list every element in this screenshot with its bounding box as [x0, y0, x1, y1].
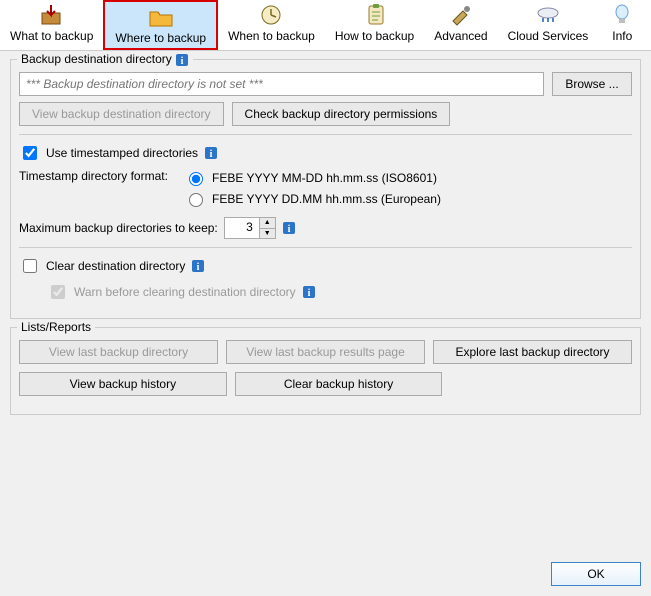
clear-backup-history-button[interactable]: Clear backup history: [235, 372, 443, 396]
ok-button[interactable]: OK: [551, 562, 641, 586]
timestamp-format-iso-radio[interactable]: [189, 172, 203, 186]
cloud-icon: [534, 3, 562, 27]
tab-label: How to backup: [335, 29, 414, 43]
tab-advanced[interactable]: Advanced: [424, 0, 497, 50]
lightbulb-icon: [608, 3, 636, 27]
stepper-down-icon[interactable]: ▼: [259, 228, 275, 239]
tab-info[interactable]: Info: [598, 0, 646, 50]
tab-label: Advanced: [434, 29, 487, 43]
tab-how-to-backup[interactable]: How to backup: [325, 0, 424, 50]
info-icon[interactable]: [175, 53, 189, 67]
timestamp-format-label: Timestamp directory format:: [19, 169, 184, 183]
tab-label: When to backup: [228, 29, 315, 43]
max-keep-label: Maximum backup directories to keep:: [19, 221, 218, 235]
tab-label: Info: [608, 29, 636, 43]
tab-label: Cloud Services: [508, 29, 589, 43]
timestamp-format-eu-radio[interactable]: [189, 193, 203, 207]
tab-when-to-backup[interactable]: When to backup: [218, 0, 325, 50]
info-icon[interactable]: [204, 146, 218, 160]
separator: [19, 134, 632, 135]
warn-before-clearing-checkbox: [51, 285, 65, 299]
backup-destination-group: Backup destination directory Browse ... …: [10, 59, 641, 319]
lists-reports-group: Lists/Reports View last backup directory…: [10, 327, 641, 415]
stepper-up-icon[interactable]: ▲: [259, 218, 275, 228]
folder-icon: [147, 5, 175, 29]
group-title-label: Lists/Reports: [17, 320, 95, 334]
clock-icon: [257, 3, 285, 27]
use-timestamped-label: Use timestamped directories: [46, 146, 198, 160]
tab-label: Where to backup: [115, 31, 206, 45]
clipboard-icon: [361, 3, 389, 27]
view-last-results-button: View last backup results page: [226, 340, 425, 364]
tab-where-to-backup[interactable]: Where to backup: [103, 0, 218, 50]
box-arrow-icon: [38, 3, 66, 27]
info-icon[interactable]: [302, 285, 316, 299]
clear-destination-label: Clear destination directory: [46, 259, 185, 273]
warn-before-clearing-label: Warn before clearing destination directo…: [74, 285, 296, 299]
use-timestamped-checkbox[interactable]: [23, 146, 37, 160]
timestamp-format-eu-label: FEBE YYYY DD.MM hh.mm.ss (European): [212, 192, 441, 206]
tabstrip: What to backup Where to backup When to b…: [0, 0, 651, 51]
check-permissions-button[interactable]: Check backup directory permissions: [232, 102, 451, 126]
view-backup-history-button[interactable]: View backup history: [19, 372, 227, 396]
tools-icon: [447, 3, 475, 27]
separator: [19, 247, 632, 248]
tab-label: What to backup: [10, 29, 93, 43]
clear-destination-checkbox[interactable]: [23, 259, 37, 273]
view-last-backup-dir-button: View last backup directory: [19, 340, 218, 364]
info-icon[interactable]: [191, 259, 205, 273]
timestamp-format-iso-label: FEBE YYYY MM-DD hh.mm.ss (ISO8601): [212, 171, 437, 185]
max-keep-stepper[interactable]: 3 ▲ ▼: [224, 217, 276, 239]
explore-last-backup-dir-button[interactable]: Explore last backup directory: [433, 340, 632, 364]
destination-path-input[interactable]: [19, 72, 544, 96]
view-destination-button: View backup destination directory: [19, 102, 224, 126]
max-keep-value: 3: [225, 218, 259, 238]
browse-button[interactable]: Browse ...: [552, 72, 632, 96]
info-icon[interactable]: [282, 221, 296, 235]
tab-what-to-backup[interactable]: What to backup: [0, 0, 103, 50]
group-title-label: Backup destination directory: [21, 52, 172, 66]
tab-cloud-services[interactable]: Cloud Services: [498, 0, 599, 50]
